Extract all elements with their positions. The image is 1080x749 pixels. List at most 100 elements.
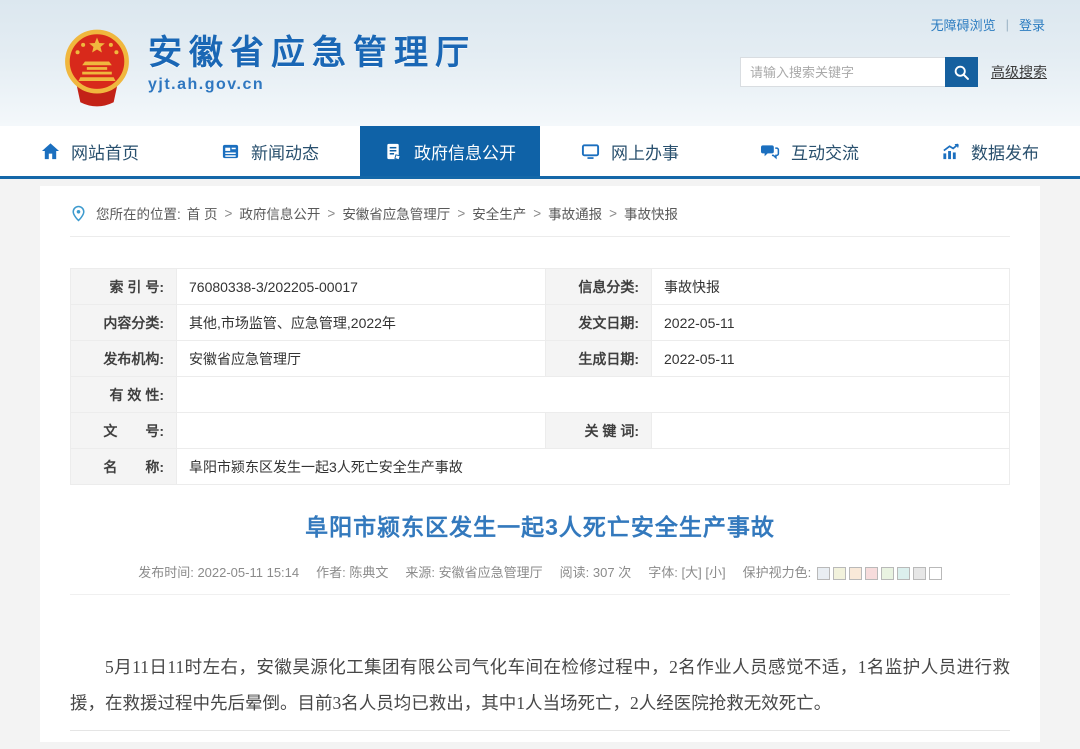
article-title: 阜阳市颍东区发生一起3人死亡安全生产事故: [305, 514, 775, 540]
keywords-label: 关 键 词:: [545, 412, 652, 449]
nav-item-gov-info[interactable]: 政府信息公开: [360, 126, 540, 176]
top-links-separator: |: [1005, 17, 1009, 32]
login-link[interactable]: 登录: [1019, 15, 1045, 34]
issue-date-value: 2022-05-11: [651, 304, 1010, 341]
table-row: 名 称: 阜阳市颍东区发生一起3人死亡安全生产事故: [70, 448, 1010, 485]
nav-item-data-release[interactable]: 数据发布: [900, 126, 1080, 176]
article-body: 5月11日11时左右，安徽昊源化工集团有限公司气化车间在检修过程中，2名作业人员…: [70, 657, 1010, 713]
page: 无障碍浏览 | 登录 安徽省应急管理厅 yjt.ah.gov.cn 请输入搜索关…: [0, 0, 1080, 749]
breadcrumb-separator: >: [533, 205, 542, 221]
nav-item-news[interactable]: 新闻动态: [180, 126, 360, 176]
issue-date-label: 发文日期:: [545, 304, 652, 341]
main-nav: 网站首页 新闻动态 政府信息公开 网上办事 互动交流 数据发布: [0, 126, 1080, 179]
document-icon: [384, 142, 403, 161]
generate-date-label: 生成日期:: [545, 340, 652, 377]
color-swatch[interactable]: [896, 567, 910, 581]
table-row: 文 号: 关 键 词:: [70, 412, 1010, 449]
name-value: 阜阳市颍东区发生一起3人死亡安全生产事故: [176, 448, 1010, 485]
eye-protection-swatches: [816, 567, 942, 581]
publisher-label: 发布机构:: [70, 340, 177, 377]
nav-label: 互动交流: [791, 143, 859, 163]
nav-item-interaction[interactable]: 互动交流: [720, 126, 900, 176]
nav-label: 网站首页: [71, 143, 139, 163]
breadcrumb-prefix: 您所在的位置:: [96, 207, 181, 222]
nav-label: 政府信息公开: [414, 143, 516, 163]
national-emblem-icon: [65, 29, 129, 107]
validity-label: 有 效 性:: [70, 376, 177, 413]
monitor-icon: [581, 142, 600, 161]
breadcrumb-department[interactable]: 安徽省应急管理厅: [342, 203, 450, 223]
source: 来源: 安徽省应急管理厅: [405, 565, 543, 580]
breadcrumb-accident-report[interactable]: 事故通报: [548, 203, 602, 223]
font-smaller-button[interactable]: [小]: [705, 565, 725, 580]
breadcrumb-accident-flash[interactable]: 事故快报: [624, 203, 678, 223]
top-utility-links: 无障碍浏览 | 登录: [931, 15, 1045, 34]
color-swatch[interactable]: [928, 567, 942, 581]
search-icon: [954, 65, 969, 80]
advanced-search-link[interactable]: 高级搜索: [991, 62, 1047, 82]
nav-label: 数据发布: [971, 143, 1039, 163]
bottom-divider: [70, 730, 1010, 731]
breadcrumb-separator: >: [457, 205, 466, 221]
site-header: 无障碍浏览 | 登录 安徽省应急管理厅 yjt.ah.gov.cn 请输入搜索关…: [0, 0, 1080, 126]
nav-label: 网上办事: [611, 143, 679, 163]
breadcrumb-separator: >: [609, 205, 617, 221]
validity-value: [176, 376, 1010, 413]
view-count: 阅读: 307 次: [559, 565, 632, 580]
content-category-value: 其他,市场监管、应急管理,2022年: [176, 304, 546, 341]
author: 作者: 陈典文: [316, 565, 389, 580]
table-row: 索 引 号: 76080338-3/202205-00017 信息分类: 事故快…: [70, 268, 1010, 305]
accessibility-link[interactable]: 无障碍浏览: [931, 15, 996, 34]
color-swatch[interactable]: [912, 567, 926, 581]
breadcrumb-gov-info[interactable]: 政府信息公开: [239, 203, 320, 223]
site-brand[interactable]: 安徽省应急管理厅 yjt.ah.gov.cn: [60, 26, 476, 110]
breadcrumb-separator: >: [224, 205, 233, 221]
site-title: 安徽省应急管理厅: [148, 34, 476, 72]
location-pin-icon: [70, 205, 87, 222]
eye-protection: 保护视力色:: [743, 562, 942, 581]
news-icon: [221, 142, 240, 161]
publisher-value: 安徽省应急管理厅: [176, 340, 546, 377]
eye-protection-label: 保护视力色:: [742, 565, 812, 580]
color-swatch[interactable]: [880, 567, 894, 581]
table-row: 内容分类: 其他,市场监管、应急管理,2022年 发文日期: 2022-05-1…: [70, 304, 1010, 341]
name-label: 名 称:: [70, 448, 177, 485]
publish-time: 发布时间: 2022-05-11 15:14: [138, 565, 300, 580]
chart-icon: [941, 142, 960, 161]
breadcrumb-separator: >: [327, 205, 336, 221]
search-button[interactable]: [945, 57, 978, 87]
index-number-value: 76080338-3/202205-00017: [176, 268, 546, 305]
brand-text: 安徽省应急管理厅 yjt.ah.gov.cn: [148, 26, 476, 94]
info-category-value: 事故快报: [651, 268, 1010, 305]
site-domain: yjt.ah.gov.cn: [148, 76, 265, 93]
document-info-table: 索 引 号: 76080338-3/202205-00017 信息分类: 事故快…: [70, 268, 1010, 485]
nav-item-online-services[interactable]: 网上办事: [540, 126, 720, 176]
font-larger-button[interactable]: [大]: [681, 565, 701, 580]
breadcrumb-home[interactable]: 首 页: [187, 203, 218, 223]
font-size-label: 字体:: [648, 565, 678, 580]
article-meta: 发布时间: 2022-05-11 15:14 作者: 陈典文 来源: 安徽省应急…: [70, 562, 1010, 595]
color-swatch[interactable]: [832, 567, 846, 581]
content-panel: 您所在的位置: 首 页 > 政府信息公开 > 安徽省应急管理厅 > 安全生产 >…: [40, 186, 1040, 742]
search-area: 高级搜索: [740, 57, 1047, 87]
home-icon: [41, 142, 60, 161]
doc-number-label: 文 号:: [70, 412, 177, 449]
breadcrumb-safety[interactable]: 安全生产: [472, 203, 526, 223]
nav-label: 新闻动态: [251, 143, 319, 163]
breadcrumb: 您所在的位置: 首 页 > 政府信息公开 > 安徽省应急管理厅 > 安全生产 >…: [70, 186, 1010, 237]
search-input[interactable]: [740, 57, 945, 87]
font-size-controls: 字体: [大] [小]: [648, 562, 725, 581]
index-number-label: 索 引 号:: [70, 268, 177, 305]
color-swatch[interactable]: [816, 567, 830, 581]
content-category-label: 内容分类:: [70, 304, 177, 341]
info-category-label: 信息分类:: [545, 268, 652, 305]
table-row: 有 效 性:: [70, 376, 1010, 413]
color-swatch[interactable]: [848, 567, 862, 581]
chat-icon: [761, 142, 780, 161]
keywords-value: [651, 412, 1010, 449]
generate-date-value: 2022-05-11: [651, 340, 1010, 377]
table-row: 发布机构: 安徽省应急管理厅 生成日期: 2022-05-11: [70, 340, 1010, 377]
color-swatch[interactable]: [864, 567, 878, 581]
nav-item-home[interactable]: 网站首页: [0, 126, 180, 176]
doc-number-value: [176, 412, 546, 449]
